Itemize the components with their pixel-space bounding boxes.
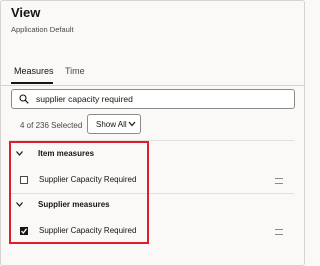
drag-handle-icon[interactable] <box>275 178 283 184</box>
item-label: Supplier Capacity Required <box>39 175 137 184</box>
tab-measures[interactable]: Measures <box>14 66 54 76</box>
collapse-item-measures-icon[interactable] <box>16 151 23 156</box>
tab-time[interactable]: Time <box>65 66 85 76</box>
search-icon <box>19 94 29 104</box>
collapse-supplier-measures-icon[interactable] <box>16 202 23 207</box>
search-input[interactable] <box>36 92 286 106</box>
divider <box>9 140 294 141</box>
panel-subtitle: Application Default <box>11 25 74 34</box>
show-all-dropdown[interactable]: Show All <box>87 114 141 134</box>
item-label: Supplier Capacity Required <box>39 226 137 235</box>
group-header-item-measures: Item measures <box>38 149 95 158</box>
list-item: Supplier Capacity Required <box>1 172 304 192</box>
checkbox-supplier-capacity-required[interactable] <box>20 227 28 235</box>
search-box[interactable] <box>11 89 295 109</box>
group-header-supplier-measures: Supplier measures <box>38 200 110 209</box>
chevron-down-icon <box>128 121 136 127</box>
show-all-label: Show All <box>96 120 127 129</box>
view-panel: View Application Default Measures Time 4… <box>0 0 305 266</box>
list-item: Supplier Capacity Required <box>1 223 304 243</box>
selection-count: 4 of 236 Selected <box>20 121 83 130</box>
checkbox-item-supplier-capacity-required[interactable] <box>20 176 28 184</box>
panel-title: View <box>11 5 41 20</box>
check-icon <box>21 228 28 235</box>
active-tab-indicator <box>11 82 53 84</box>
drag-handle-icon[interactable] <box>275 229 283 235</box>
divider <box>9 193 294 194</box>
